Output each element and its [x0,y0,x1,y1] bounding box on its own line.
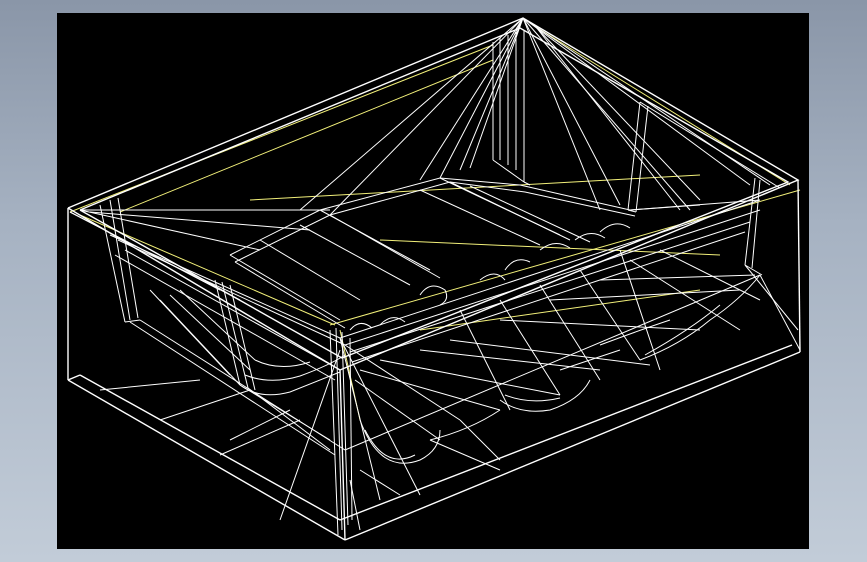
viewport-background [57,13,809,549]
wireframe-model [57,13,809,549]
cad-viewport[interactable] [57,13,809,549]
